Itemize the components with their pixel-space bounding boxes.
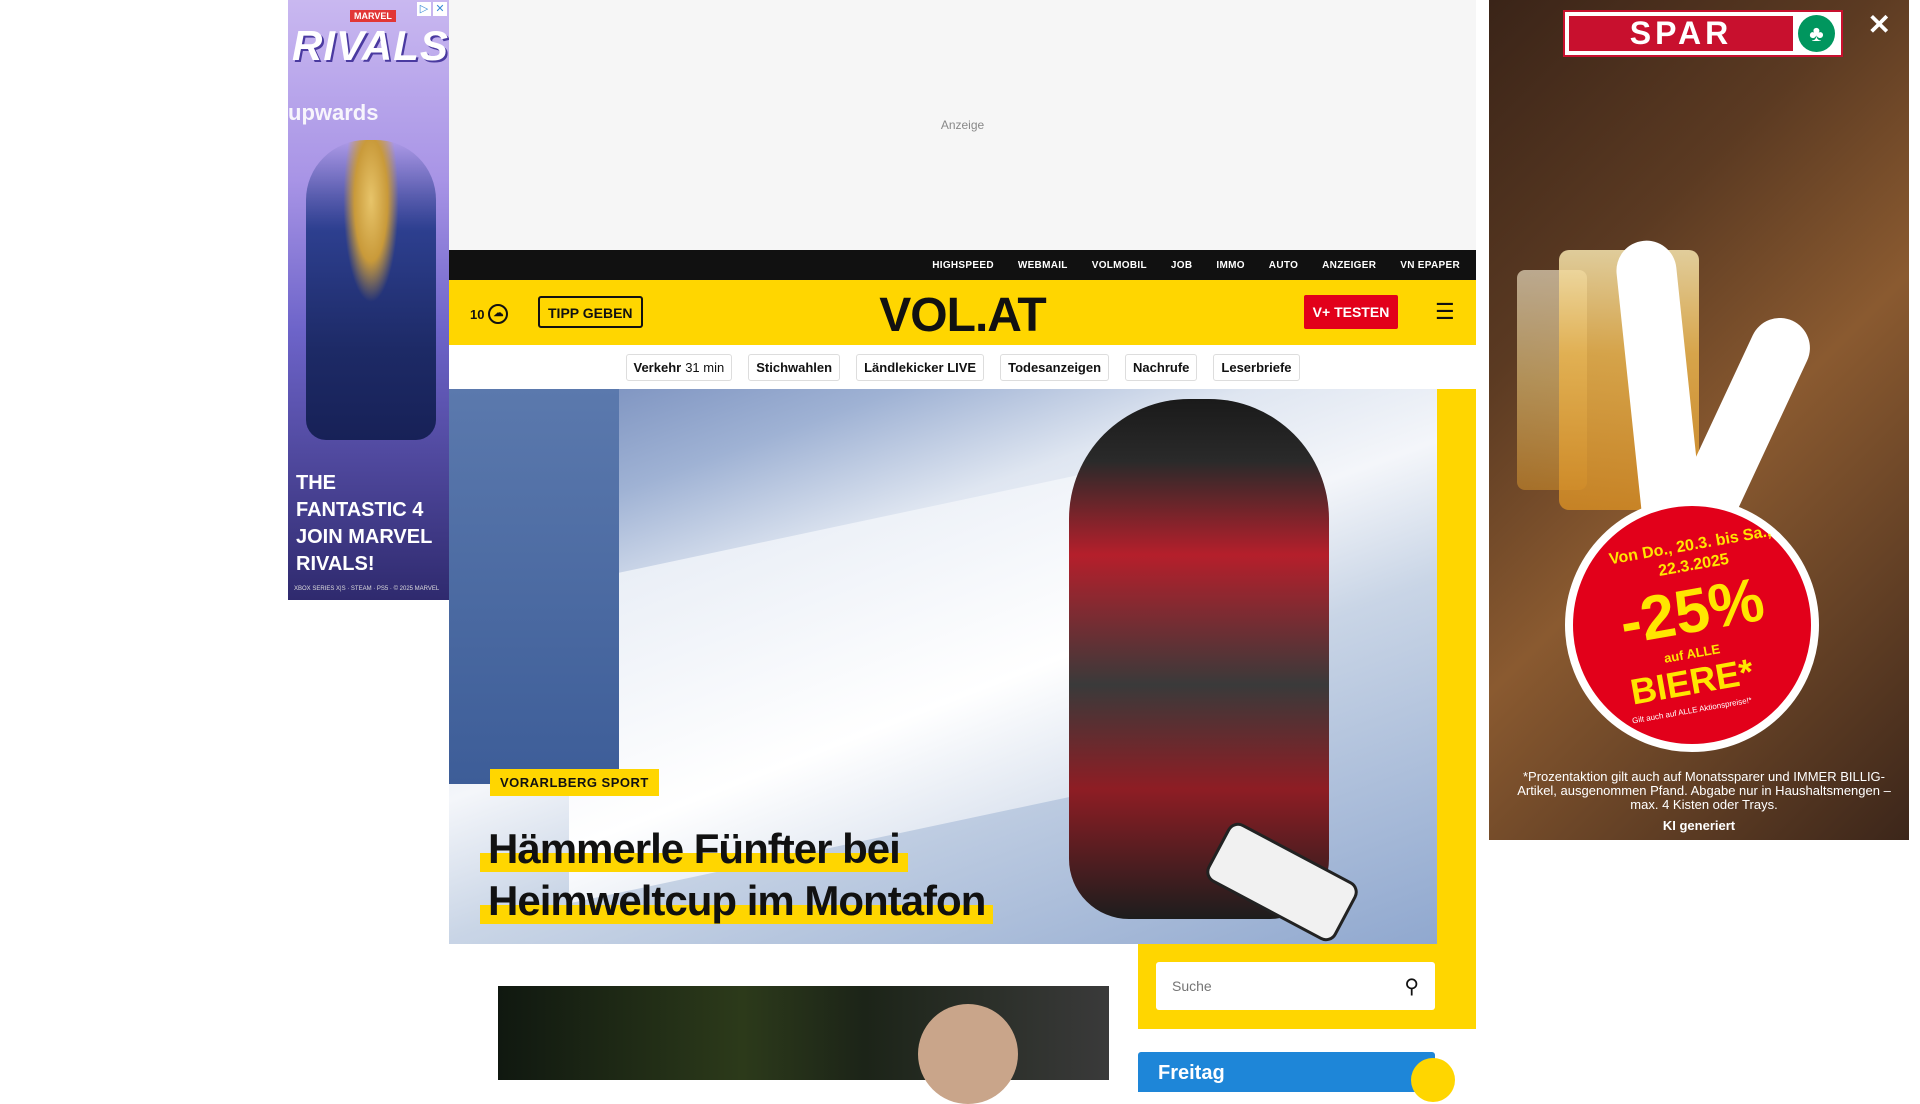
ki-generated-label: KI generiert <box>1662 818 1736 833</box>
ad-character-image <box>306 140 436 440</box>
quicklink-todesanzeigen[interactable]: Todesanzeigen <box>1000 353 1110 381</box>
topnav-volmobil[interactable]: VOLMOBIL <box>1092 260 1147 271</box>
ad-tagline: THE FANTASTIC 4 JOIN MARVEL RIVALS! <box>296 472 433 575</box>
topnav-immo[interactable]: IMMO <box>1216 260 1244 271</box>
top-service-nav: HIGHSPEED WEBMAIL VOLMOBIL JOB IMMO AUTO… <box>449 250 1476 280</box>
search-icon[interactable]: ⚲ <box>1404 974 1419 999</box>
menu-search-icon[interactable]: ☰ <box>1435 301 1455 323</box>
ad-close-icon[interactable]: ✕ <box>433 2 447 16</box>
vplus-testen-button[interactable]: V+ TESTEN <box>1304 295 1398 329</box>
quicklink-verkehr[interactable]: Verkehr 31 min <box>625 353 733 381</box>
search-box: ⚲ <box>1156 962 1435 1010</box>
adchoices-icon[interactable]: ▷ <box>417 2 431 16</box>
quicklinks-bar: Verkehr 31 min Stichwahlen Ländlekicker L… <box>449 345 1476 389</box>
ad-fine-print: *Prozentaktion gilt auch auf Monatsspare… <box>1517 769 1891 812</box>
search-panel: ⚲ <box>1138 944 1476 1029</box>
article-headline[interactable]: Hämmerle Fünfter bei Heimweltcup im Mont… <box>480 823 1040 927</box>
quicklink-nachrufe[interactable]: Nachrufe <box>1125 353 1198 381</box>
discount-badge: Von Do., 20.3. bis Sa., 22.3.2025 -25% a… <box>1565 498 1819 752</box>
marvel-logo: MARVEL <box>350 10 396 22</box>
topnav-auto[interactable]: AUTO <box>1269 260 1298 271</box>
topnav-webmail[interactable]: WEBMAIL <box>1018 260 1068 271</box>
quicklink-stichwahlen[interactable]: Stichwahlen <box>748 353 841 381</box>
weather-day-card[interactable]: Freitag <box>1138 1052 1455 1102</box>
left-skyscraper-ad[interactable]: ▷ ✕ MARVEL RIVALS upwards THE FANTASTIC … <box>288 0 449 600</box>
ad-platforms: XBOX SERIES X|S · STEAM · PS5 · © 2025 M… <box>294 586 440 592</box>
article-kicker[interactable]: VORARLBERG SPORT <box>490 769 659 796</box>
rivals-logo: RIVALS <box>292 22 449 69</box>
topnav-anzeiger[interactable]: ANZEIGER <box>1322 260 1376 271</box>
quicklink-laendlekicker[interactable]: Ländlekicker LIVE <box>856 353 985 381</box>
ad-choices[interactable]: ▷ ✕ <box>417 2 447 16</box>
search-input[interactable] <box>1156 962 1394 1010</box>
ad-upwards-text: upwards <box>288 100 379 125</box>
bunny-ears-graphic <box>1613 210 1820 543</box>
snowboarder-figure <box>1069 399 1329 919</box>
spar-tree-icon: ♣ <box>1798 15 1835 52</box>
topnav-vn-epaper[interactable]: VN EPAPER <box>1400 260 1460 271</box>
hero-yellow-strip <box>1437 389 1476 1029</box>
sun-icon <box>1411 1058 1455 1102</box>
weather-day-title: Freitag <box>1158 1062 1225 1084</box>
right-spar-ad[interactable]: SPAR ♣ ✕ Von Do., 20.3. bis Sa., 22.3.20… <box>1489 0 1909 840</box>
ad-label: Anzeige <box>940 118 985 132</box>
spar-logo: SPAR ♣ <box>1563 10 1843 57</box>
video-thumbnail[interactable] <box>498 986 1109 1104</box>
close-icon[interactable]: ✕ <box>1868 8 1891 41</box>
top-banner-ad: Anzeige <box>449 0 1476 250</box>
topnav-job[interactable]: JOB <box>1171 260 1192 271</box>
quicklink-leserbriefe[interactable]: Leserbriefe <box>1213 353 1300 381</box>
topnav-highspeed[interactable]: HIGHSPEED <box>932 260 994 271</box>
site-header: 10 ☁ TIPP GEBEN VOL.AT V+ TESTEN ☰ <box>449 280 1476 345</box>
